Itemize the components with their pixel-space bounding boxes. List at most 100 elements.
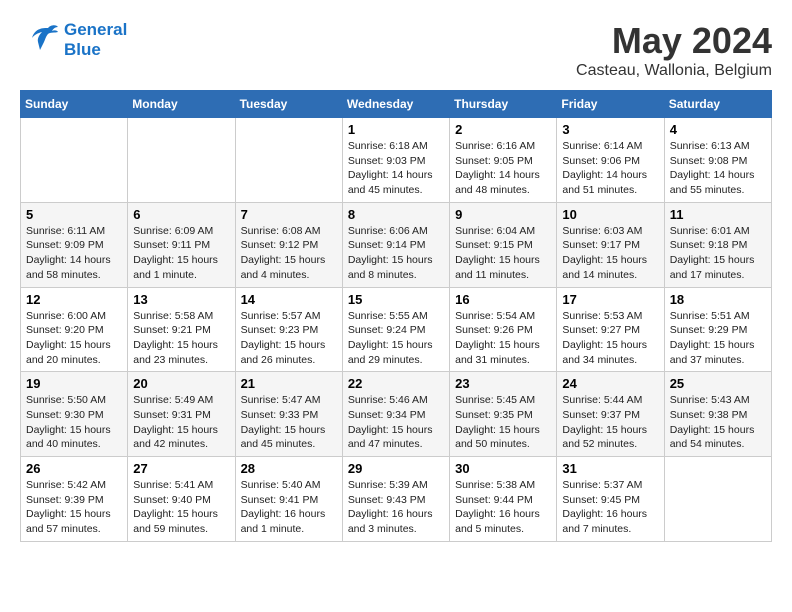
logo-text: General Blue <box>64 20 127 61</box>
table-row: 30 Sunrise: 5:38 AMSunset: 9:44 PMDayligh… <box>450 457 557 542</box>
logo-icon <box>20 20 60 60</box>
calendar-subtitle: Casteau, Wallonia, Belgium <box>576 62 772 80</box>
day-number: 16 <box>455 292 551 307</box>
day-number: 9 <box>455 207 551 222</box>
page-header: General Blue May 2024 Casteau, Wallonia,… <box>20 20 772 80</box>
day-info: Sunrise: 6:00 AMSunset: 9:20 PMDaylight:… <box>26 309 122 368</box>
day-number: 4 <box>670 122 766 137</box>
day-info: Sunrise: 5:58 AMSunset: 9:21 PMDaylight:… <box>133 309 229 368</box>
calendar-week-row: 1 Sunrise: 6:18 AMSunset: 9:03 PMDaylight… <box>21 118 772 203</box>
table-row: 20 Sunrise: 5:49 AMSunset: 9:31 PMDayligh… <box>128 372 235 457</box>
calendar-table: Sunday Monday Tuesday Wednesday Thursday… <box>20 90 772 542</box>
table-row: 10 Sunrise: 6:03 AMSunset: 9:17 PMDayligh… <box>557 202 664 287</box>
day-number: 27 <box>133 461 229 476</box>
calendar-week-row: 12Sunrise: 6:00 AMSunset: 9:20 PMDayligh… <box>21 287 772 372</box>
day-info: Sunrise: 5:57 AMSunset: 9:23 PMDaylight:… <box>241 309 337 368</box>
day-info: Sunrise: 5:43 AMSunset: 9:38 PMDaylight:… <box>670 393 766 452</box>
day-number: 17 <box>562 292 658 307</box>
table-row: 6Sunrise: 6:09 AMSunset: 9:11 PMDaylight… <box>128 202 235 287</box>
day-info: Sunrise: 6:01 AMSunset: 9:18 PMDaylight:… <box>670 224 766 283</box>
day-info: Sunrise: 5:50 AMSunset: 9:30 PMDaylight:… <box>26 393 122 452</box>
day-number: 2 <box>455 122 551 137</box>
table-row: 11 Sunrise: 6:01 AMSunset: 9:18 PMDayligh… <box>664 202 771 287</box>
table-row: 14Sunrise: 5:57 AMSunset: 9:23 PMDayligh… <box>235 287 342 372</box>
day-number: 23 <box>455 376 551 391</box>
day-info: Sunrise: 5:45 AMSunset: 9:35 PMDaylight:… <box>455 393 551 452</box>
table-row: 3Sunrise: 6:14 AMSunset: 9:06 PMDaylight… <box>557 118 664 203</box>
day-info: Sunrise: 6:06 AMSunset: 9:14 PMDaylight:… <box>348 224 444 283</box>
table-row <box>21 118 128 203</box>
day-info: Sunrise: 5:55 AMSunset: 9:24 PMDaylight:… <box>348 309 444 368</box>
table-row: 12Sunrise: 6:00 AMSunset: 9:20 PMDayligh… <box>21 287 128 372</box>
table-row: 2Sunrise: 6:16 AMSunset: 9:05 PMDaylight… <box>450 118 557 203</box>
day-info: Sunrise: 6:13 AMSunset: 9:08 PMDaylight:… <box>670 139 766 198</box>
calendar-header-row: Sunday Monday Tuesday Wednesday Thursday… <box>21 91 772 118</box>
table-row: 26 Sunrise: 5:42 AMSunset: 9:39 PMDayligh… <box>21 457 128 542</box>
table-row: 28 Sunrise: 5:40 AMSunset: 9:41 PMDayligh… <box>235 457 342 542</box>
day-info: Sunrise: 5:39 AMSunset: 9:43 PMDaylight:… <box>348 478 444 537</box>
day-info: Sunrise: 6:18 AMSunset: 9:03 PMDaylight:… <box>348 139 444 198</box>
day-info: Sunrise: 5:40 AMSunset: 9:41 PMDaylight:… <box>241 478 337 537</box>
table-row: 8 Sunrise: 6:06 AMSunset: 9:14 PMDaylight… <box>342 202 449 287</box>
col-tuesday: Tuesday <box>235 91 342 118</box>
day-info: Sunrise: 5:47 AMSunset: 9:33 PMDaylight:… <box>241 393 337 452</box>
table-row: 17 Sunrise: 5:53 AMSunset: 9:27 PMDayligh… <box>557 287 664 372</box>
day-number: 21 <box>241 376 337 391</box>
day-number: 26 <box>26 461 122 476</box>
day-number: 6 <box>133 207 229 222</box>
col-thursday: Thursday <box>450 91 557 118</box>
day-number: 15 <box>348 292 444 307</box>
calendar-week-row: 26 Sunrise: 5:42 AMSunset: 9:39 PMDayligh… <box>21 457 772 542</box>
table-row: 9 Sunrise: 6:04 AMSunset: 9:15 PMDaylight… <box>450 202 557 287</box>
day-info: Sunrise: 5:46 AMSunset: 9:34 PMDaylight:… <box>348 393 444 452</box>
col-sunday: Sunday <box>21 91 128 118</box>
calendar-week-row: 5Sunrise: 6:11 AMSunset: 9:09 PMDaylight… <box>21 202 772 287</box>
day-number: 8 <box>348 207 444 222</box>
logo: General Blue <box>20 20 127 61</box>
day-number: 31 <box>562 461 658 476</box>
col-wednesday: Wednesday <box>342 91 449 118</box>
day-info: Sunrise: 5:38 AMSunset: 9:44 PMDaylight:… <box>455 478 551 537</box>
table-row: 25 Sunrise: 5:43 AMSunset: 9:38 PMDayligh… <box>664 372 771 457</box>
day-info: Sunrise: 5:53 AMSunset: 9:27 PMDaylight:… <box>562 309 658 368</box>
day-info: Sunrise: 5:41 AMSunset: 9:40 PMDaylight:… <box>133 478 229 537</box>
table-row: 15 Sunrise: 5:55 AMSunset: 9:24 PMDayligh… <box>342 287 449 372</box>
day-info: Sunrise: 5:49 AMSunset: 9:31 PMDaylight:… <box>133 393 229 452</box>
day-info: Sunrise: 5:42 AMSunset: 9:39 PMDaylight:… <box>26 478 122 537</box>
day-info: Sunrise: 5:51 AMSunset: 9:29 PMDaylight:… <box>670 309 766 368</box>
day-info: Sunrise: 6:04 AMSunset: 9:15 PMDaylight:… <box>455 224 551 283</box>
table-row: 31 Sunrise: 5:37 AMSunset: 9:45 PMDayligh… <box>557 457 664 542</box>
table-row: 16Sunrise: 5:54 AMSunset: 9:26 PMDayligh… <box>450 287 557 372</box>
day-number: 24 <box>562 376 658 391</box>
day-number: 20 <box>133 376 229 391</box>
day-number: 29 <box>348 461 444 476</box>
day-info: Sunrise: 5:37 AMSunset: 9:45 PMDaylight:… <box>562 478 658 537</box>
day-number: 30 <box>455 461 551 476</box>
day-number: 28 <box>241 461 337 476</box>
day-number: 3 <box>562 122 658 137</box>
table-row <box>235 118 342 203</box>
day-number: 11 <box>670 207 766 222</box>
table-row: 23 Sunrise: 5:45 AMSunset: 9:35 PMDayligh… <box>450 372 557 457</box>
calendar-week-row: 19Sunrise: 5:50 AMSunset: 9:30 PMDayligh… <box>21 372 772 457</box>
day-number: 25 <box>670 376 766 391</box>
day-info: Sunrise: 6:03 AMSunset: 9:17 PMDaylight:… <box>562 224 658 283</box>
day-info: Sunrise: 5:44 AMSunset: 9:37 PMDaylight:… <box>562 393 658 452</box>
day-number: 22 <box>348 376 444 391</box>
table-row: 5Sunrise: 6:11 AMSunset: 9:09 PMDaylight… <box>21 202 128 287</box>
table-row: 19Sunrise: 5:50 AMSunset: 9:30 PMDayligh… <box>21 372 128 457</box>
col-monday: Monday <box>128 91 235 118</box>
table-row: 21 Sunrise: 5:47 AMSunset: 9:33 PMDayligh… <box>235 372 342 457</box>
day-info: Sunrise: 6:11 AMSunset: 9:09 PMDaylight:… <box>26 224 122 283</box>
day-number: 18 <box>670 292 766 307</box>
day-number: 1 <box>348 122 444 137</box>
calendar-title: May 2024 <box>576 20 772 62</box>
table-row <box>128 118 235 203</box>
table-row: 29 Sunrise: 5:39 AMSunset: 9:43 PMDayligh… <box>342 457 449 542</box>
day-number: 10 <box>562 207 658 222</box>
table-row: 24 Sunrise: 5:44 AMSunset: 9:37 PMDayligh… <box>557 372 664 457</box>
table-row: 27 Sunrise: 5:41 AMSunset: 9:40 PMDayligh… <box>128 457 235 542</box>
table-row: 18 Sunrise: 5:51 AMSunset: 9:29 PMDayligh… <box>664 287 771 372</box>
table-row: 13Sunrise: 5:58 AMSunset: 9:21 PMDayligh… <box>128 287 235 372</box>
title-block: May 2024 Casteau, Wallonia, Belgium <box>576 20 772 80</box>
